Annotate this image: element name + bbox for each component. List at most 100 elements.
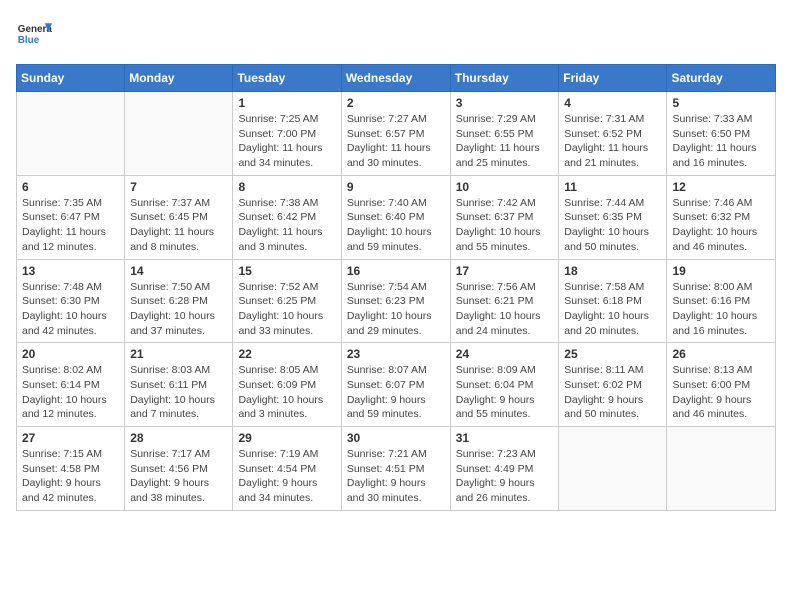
calendar-day-cell: 19 Sunrise: 8:00 AMSunset: 6:16 PMDayligh… [667, 259, 776, 343]
calendar-day-cell: 8Sunrise: 7:38 AMSunset: 6:42 PMDaylight… [233, 175, 341, 259]
day-info: Sunrise: 7:19 AMSunset: 4:54 PMDaylight:… [238, 447, 335, 506]
day-info: Sunrise: 7:21 AMSunset: 4:51 PMDaylight:… [347, 447, 445, 506]
day-number: 15 [238, 264, 335, 278]
day-info: Sunrise: 7:50 AMSunset: 6:28 PMDaylight:… [130, 280, 227, 339]
day-number: 17 [456, 264, 554, 278]
weekday-header: Wednesday [341, 65, 450, 92]
calendar-day-cell: 9Sunrise: 7:40 AMSunset: 6:40 PMDaylight… [341, 175, 450, 259]
day-number: 5 [672, 96, 770, 110]
calendar-day-cell: 14 Sunrise: 7:50 AMSunset: 6:28 PMDayligh… [125, 259, 233, 343]
calendar-day-cell: 1 Sunrise: 7:25 AMSunset: 7:00 PMDaylight… [233, 92, 341, 176]
calendar-day-cell: 21Sunrise: 8:03 AMSunset: 6:11 PMDayligh… [125, 343, 233, 427]
day-number: 28 [130, 431, 227, 445]
weekday-header: Tuesday [233, 65, 341, 92]
calendar-day-cell: 11Sunrise: 7:44 AMSunset: 6:35 PMDayligh… [559, 175, 667, 259]
day-info: Sunrise: 8:03 AMSunset: 6:11 PMDaylight:… [130, 363, 227, 422]
day-number: 29 [238, 431, 335, 445]
day-info: Sunrise: 7:17 AMSunset: 4:56 PMDaylight:… [130, 447, 227, 506]
day-number: 30 [347, 431, 445, 445]
day-number: 1 [238, 96, 335, 110]
day-number: 22 [238, 347, 335, 361]
day-info: Sunrise: 8:05 AMSunset: 6:09 PMDaylight:… [238, 363, 335, 422]
calendar-day-cell: 17 Sunrise: 7:56 AMSunset: 6:21 PMDayligh… [450, 259, 559, 343]
calendar-day-cell: 4 Sunrise: 7:31 AMSunset: 6:52 PMDaylight… [559, 92, 667, 176]
day-number: 20 [22, 347, 119, 361]
day-info: Sunrise: 8:07 AMSunset: 6:07 PMDaylight:… [347, 363, 445, 422]
calendar-day-cell: 2Sunrise: 7:27 AMSunset: 6:57 PMDaylight… [341, 92, 450, 176]
calendar-week-row: 27 Sunrise: 7:15 AMSunset: 4:58 PMDayligh… [17, 427, 776, 511]
weekday-header: Saturday [667, 65, 776, 92]
logo-icon: General Blue [16, 16, 52, 52]
calendar-day-cell: 15 Sunrise: 7:52 AMSunset: 6:25 PMDayligh… [233, 259, 341, 343]
calendar-week-row: 13 Sunrise: 7:48 AMSunset: 6:30 PMDayligh… [17, 259, 776, 343]
calendar-day-cell: 29 Sunrise: 7:19 AMSunset: 4:54 PMDayligh… [233, 427, 341, 511]
day-info: Sunrise: 7:44 AMSunset: 6:35 PMDaylight:… [564, 196, 661, 255]
day-info: Sunrise: 8:09 AMSunset: 6:04 PMDaylight:… [456, 363, 554, 422]
calendar-day-cell: 31 Sunrise: 7:23 AMSunset: 4:49 PMDayligh… [450, 427, 559, 511]
day-info: Sunrise: 7:15 AMSunset: 4:58 PMDaylight:… [22, 447, 119, 506]
calendar-day-cell [125, 92, 233, 176]
day-info: Sunrise: 7:54 AMSunset: 6:23 PMDaylight:… [347, 280, 445, 339]
calendar-table: SundayMondayTuesdayWednesdayThursdayFrid… [16, 64, 776, 511]
day-number: 25 [564, 347, 661, 361]
day-number: 18 [564, 264, 661, 278]
day-number: 16 [347, 264, 445, 278]
day-number: 6 [22, 180, 119, 194]
calendar-day-cell: 26 Sunrise: 8:13 AMSunset: 6:00 PMDayligh… [667, 343, 776, 427]
calendar-day-cell: 3 Sunrise: 7:29 AMSunset: 6:55 PMDaylight… [450, 92, 559, 176]
calendar-day-cell: 7 Sunrise: 7:37 AMSunset: 6:45 PMDaylight… [125, 175, 233, 259]
day-info: Sunrise: 7:48 AMSunset: 6:30 PMDaylight:… [22, 280, 119, 339]
calendar-week-row: 20 Sunrise: 8:02 AMSunset: 6:14 PMDayligh… [17, 343, 776, 427]
calendar-day-cell: 10 Sunrise: 7:42 AMSunset: 6:37 PMDayligh… [450, 175, 559, 259]
day-number: 26 [672, 347, 770, 361]
calendar-day-cell: 13 Sunrise: 7:48 AMSunset: 6:30 PMDayligh… [17, 259, 125, 343]
day-info: Sunrise: 7:58 AMSunset: 6:18 PMDaylight:… [564, 280, 661, 339]
day-info: Sunrise: 7:29 AMSunset: 6:55 PMDaylight:… [456, 112, 554, 171]
calendar-day-cell: 25 Sunrise: 8:11 AMSunset: 6:02 PMDayligh… [559, 343, 667, 427]
calendar-day-cell: 24 Sunrise: 8:09 AMSunset: 6:04 PMDayligh… [450, 343, 559, 427]
calendar-day-cell: 16 Sunrise: 7:54 AMSunset: 6:23 PMDayligh… [341, 259, 450, 343]
calendar-day-cell: 6 Sunrise: 7:35 AMSunset: 6:47 PMDaylight… [17, 175, 125, 259]
calendar-day-cell: 28 Sunrise: 7:17 AMSunset: 4:56 PMDayligh… [125, 427, 233, 511]
day-info: Sunrise: 7:35 AMSunset: 6:47 PMDaylight:… [22, 196, 119, 255]
weekday-header: Thursday [450, 65, 559, 92]
day-info: Sunrise: 7:23 AMSunset: 4:49 PMDaylight:… [456, 447, 554, 506]
day-number: 14 [130, 264, 227, 278]
day-number: 8 [238, 180, 335, 194]
day-number: 4 [564, 96, 661, 110]
calendar-week-row: 6 Sunrise: 7:35 AMSunset: 6:47 PMDaylight… [17, 175, 776, 259]
calendar-day-cell [667, 427, 776, 511]
day-info: Sunrise: 7:31 AMSunset: 6:52 PMDaylight:… [564, 112, 661, 171]
logo: General Blue [16, 16, 52, 52]
day-number: 3 [456, 96, 554, 110]
day-info: Sunrise: 8:02 AMSunset: 6:14 PMDaylight:… [22, 363, 119, 422]
day-info: Sunrise: 7:46 AMSunset: 6:32 PMDaylight:… [672, 196, 770, 255]
day-info: Sunrise: 7:40 AMSunset: 6:40 PMDaylight:… [347, 196, 445, 255]
calendar-day-cell: 27 Sunrise: 7:15 AMSunset: 4:58 PMDayligh… [17, 427, 125, 511]
calendar-day-cell: 12Sunrise: 7:46 AMSunset: 6:32 PMDayligh… [667, 175, 776, 259]
day-number: 7 [130, 180, 227, 194]
day-info: Sunrise: 7:42 AMSunset: 6:37 PMDaylight:… [456, 196, 554, 255]
day-info: Sunrise: 7:52 AMSunset: 6:25 PMDaylight:… [238, 280, 335, 339]
day-number: 10 [456, 180, 554, 194]
day-info: Sunrise: 7:33 AMSunset: 6:50 PMDaylight:… [672, 112, 770, 171]
weekday-header: Sunday [17, 65, 125, 92]
weekday-header: Monday [125, 65, 233, 92]
day-number: 13 [22, 264, 119, 278]
calendar-day-cell: 30 Sunrise: 7:21 AMSunset: 4:51 PMDayligh… [341, 427, 450, 511]
day-info: Sunrise: 8:00 AMSunset: 6:16 PMDaylight:… [672, 280, 770, 339]
page-header: General Blue [16, 16, 776, 52]
day-info: Sunrise: 7:56 AMSunset: 6:21 PMDaylight:… [456, 280, 554, 339]
day-info: Sunrise: 7:37 AMSunset: 6:45 PMDaylight:… [130, 196, 227, 255]
day-number: 24 [456, 347, 554, 361]
day-info: Sunrise: 8:11 AMSunset: 6:02 PMDaylight:… [564, 363, 661, 422]
day-number: 27 [22, 431, 119, 445]
day-number: 31 [456, 431, 554, 445]
calendar-week-row: 1 Sunrise: 7:25 AMSunset: 7:00 PMDaylight… [17, 92, 776, 176]
svg-text:Blue: Blue [18, 35, 40, 46]
day-number: 23 [347, 347, 445, 361]
day-info: Sunrise: 8:13 AMSunset: 6:00 PMDaylight:… [672, 363, 770, 422]
day-info: Sunrise: 7:25 AMSunset: 7:00 PMDaylight:… [238, 112, 335, 171]
day-number: 19 [672, 264, 770, 278]
day-info: Sunrise: 7:27 AMSunset: 6:57 PMDaylight:… [347, 112, 445, 171]
